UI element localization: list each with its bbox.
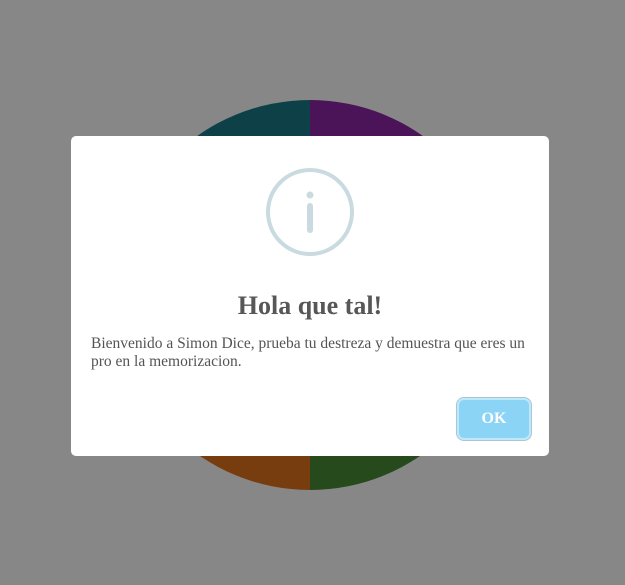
dialog-message: Bienvenido a Simon Dice, prueba tu destr… — [91, 335, 525, 370]
ok-button[interactable]: OK — [459, 400, 529, 438]
page: Hola que tal! Bienvenido a Simon Dice, p… — [0, 0, 625, 585]
dialog-title: Hola que tal! — [237, 291, 383, 320]
info-icon — [266, 168, 354, 256]
alert-dialog: Hola que tal! Bienvenido a Simon Dice, p… — [71, 136, 549, 456]
